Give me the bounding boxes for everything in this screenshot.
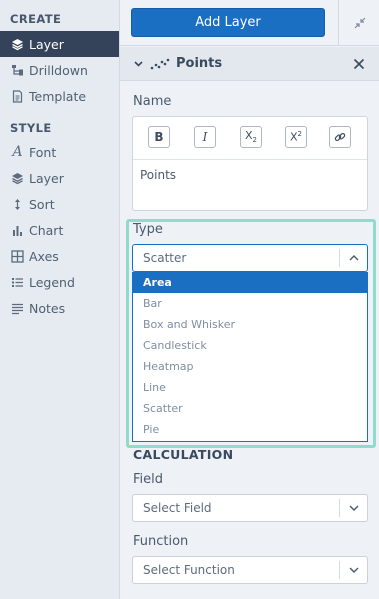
type-option-pie[interactable]: Pie <box>133 419 367 440</box>
type-option-heatmap[interactable]: Heatmap <box>133 356 367 377</box>
chevron-down-icon[interactable] <box>133 58 144 69</box>
panel-toolbar: Add Layer <box>120 0 379 46</box>
italic-button[interactable]: I <box>194 126 216 148</box>
type-select-value: Scatter <box>143 251 187 265</box>
type-dropdown: Area Bar Box and Whisker Candlestick Hea… <box>132 272 368 442</box>
sidebar-item-label: Layer <box>29 36 64 52</box>
sidebar-item-label: Chart <box>29 222 64 238</box>
type-option-scatter[interactable]: Scatter <box>133 398 367 419</box>
sidebar-item-label: Axes <box>29 248 59 264</box>
sidebar-item-label: Font <box>29 144 57 160</box>
chevron-up-icon[interactable] <box>339 249 367 267</box>
type-option-box-and-whisker[interactable]: Box and Whisker <box>133 314 367 335</box>
scatter-icon <box>150 58 170 70</box>
sidebar-item-create-layer[interactable]: Layer <box>0 31 119 57</box>
type-option-area[interactable]: Area <box>133 272 367 293</box>
sidebar-item-template[interactable]: Template <box>0 83 119 109</box>
sidebar-heading-style: STYLE <box>10 121 52 135</box>
type-select[interactable]: Scatter <box>132 244 368 272</box>
name-label: Name <box>133 94 172 109</box>
sidebar-item-legend[interactable]: Legend <box>0 269 119 295</box>
field-label: Field <box>133 472 164 487</box>
sidebar-item-label: Legend <box>29 274 75 290</box>
type-option-bar[interactable]: Bar <box>133 293 367 314</box>
sidebar-item-label: Sort <box>29 196 55 212</box>
sidebar-item-label: Notes <box>29 300 66 316</box>
type-label: Type <box>133 222 163 237</box>
layers-icon <box>11 172 24 185</box>
sidebar-item-label: Layer <box>29 170 64 186</box>
sort-icon <box>11 198 24 211</box>
sidebar-item-font[interactable]: A Font <box>0 139 119 165</box>
function-select[interactable]: Select Function <box>132 556 368 584</box>
axes-icon <box>11 249 24 263</box>
field-select[interactable]: Select Field <box>132 494 368 522</box>
layers-icon <box>11 38 24 51</box>
sidebar-item-notes[interactable]: Notes <box>0 295 119 321</box>
type-option-line[interactable]: Line <box>133 377 367 398</box>
font-icon: A <box>12 144 23 160</box>
superscript-button[interactable]: X2 <box>285 126 307 148</box>
calculation-heading: CALCULATION <box>133 447 234 462</box>
field-select-placeholder: Select Field <box>143 501 212 515</box>
name-text-input[interactable]: Points <box>133 160 367 190</box>
legend-icon <box>11 276 24 289</box>
sidebar-item-label: Template <box>29 88 87 104</box>
layer-panel: Add Layer Points Name B I X2 X2 Points T… <box>119 0 379 599</box>
chevron-down-icon[interactable] <box>339 561 367 579</box>
subscript-icon: X2 <box>244 129 257 145</box>
sidebar-item-chart[interactable]: Chart <box>0 217 119 243</box>
function-select-placeholder: Select Function <box>143 563 235 577</box>
collapse-button[interactable] <box>338 0 379 46</box>
close-icon[interactable] <box>353 58 365 70</box>
link-button[interactable] <box>329 126 351 148</box>
drilldown-icon <box>11 64 24 77</box>
chevron-down-icon[interactable] <box>339 499 367 517</box>
add-layer-button[interactable]: Add Layer <box>131 8 325 37</box>
chart-icon <box>11 224 24 237</box>
link-icon <box>334 131 346 143</box>
subscript-button[interactable]: X2 <box>240 126 262 148</box>
sidebar-heading-create: CREATE <box>10 12 62 26</box>
notes-icon <box>11 302 24 315</box>
layer-title: Points <box>176 56 223 71</box>
template-icon <box>11 89 24 103</box>
sidebar-item-label: Drilldown <box>29 62 88 78</box>
bold-button[interactable]: B <box>148 126 170 148</box>
layer-header: Points <box>120 47 379 81</box>
type-option-candlestick[interactable]: Candlestick <box>133 335 367 356</box>
collapse-icon <box>354 14 366 33</box>
sidebar-item-sort[interactable]: Sort <box>0 191 119 217</box>
sidebar: CREATE Layer Drilldown Template STYLE A … <box>0 0 119 599</box>
format-toolbar: B I X2 X2 <box>133 117 367 160</box>
function-label: Function <box>133 534 189 549</box>
sidebar-item-drilldown[interactable]: Drilldown <box>0 57 119 83</box>
superscript-icon: X2 <box>289 130 302 144</box>
sidebar-item-axes[interactable]: Axes <box>0 243 119 269</box>
name-editor: B I X2 X2 Points <box>132 116 368 211</box>
sidebar-item-style-layer[interactable]: Layer <box>0 165 119 191</box>
